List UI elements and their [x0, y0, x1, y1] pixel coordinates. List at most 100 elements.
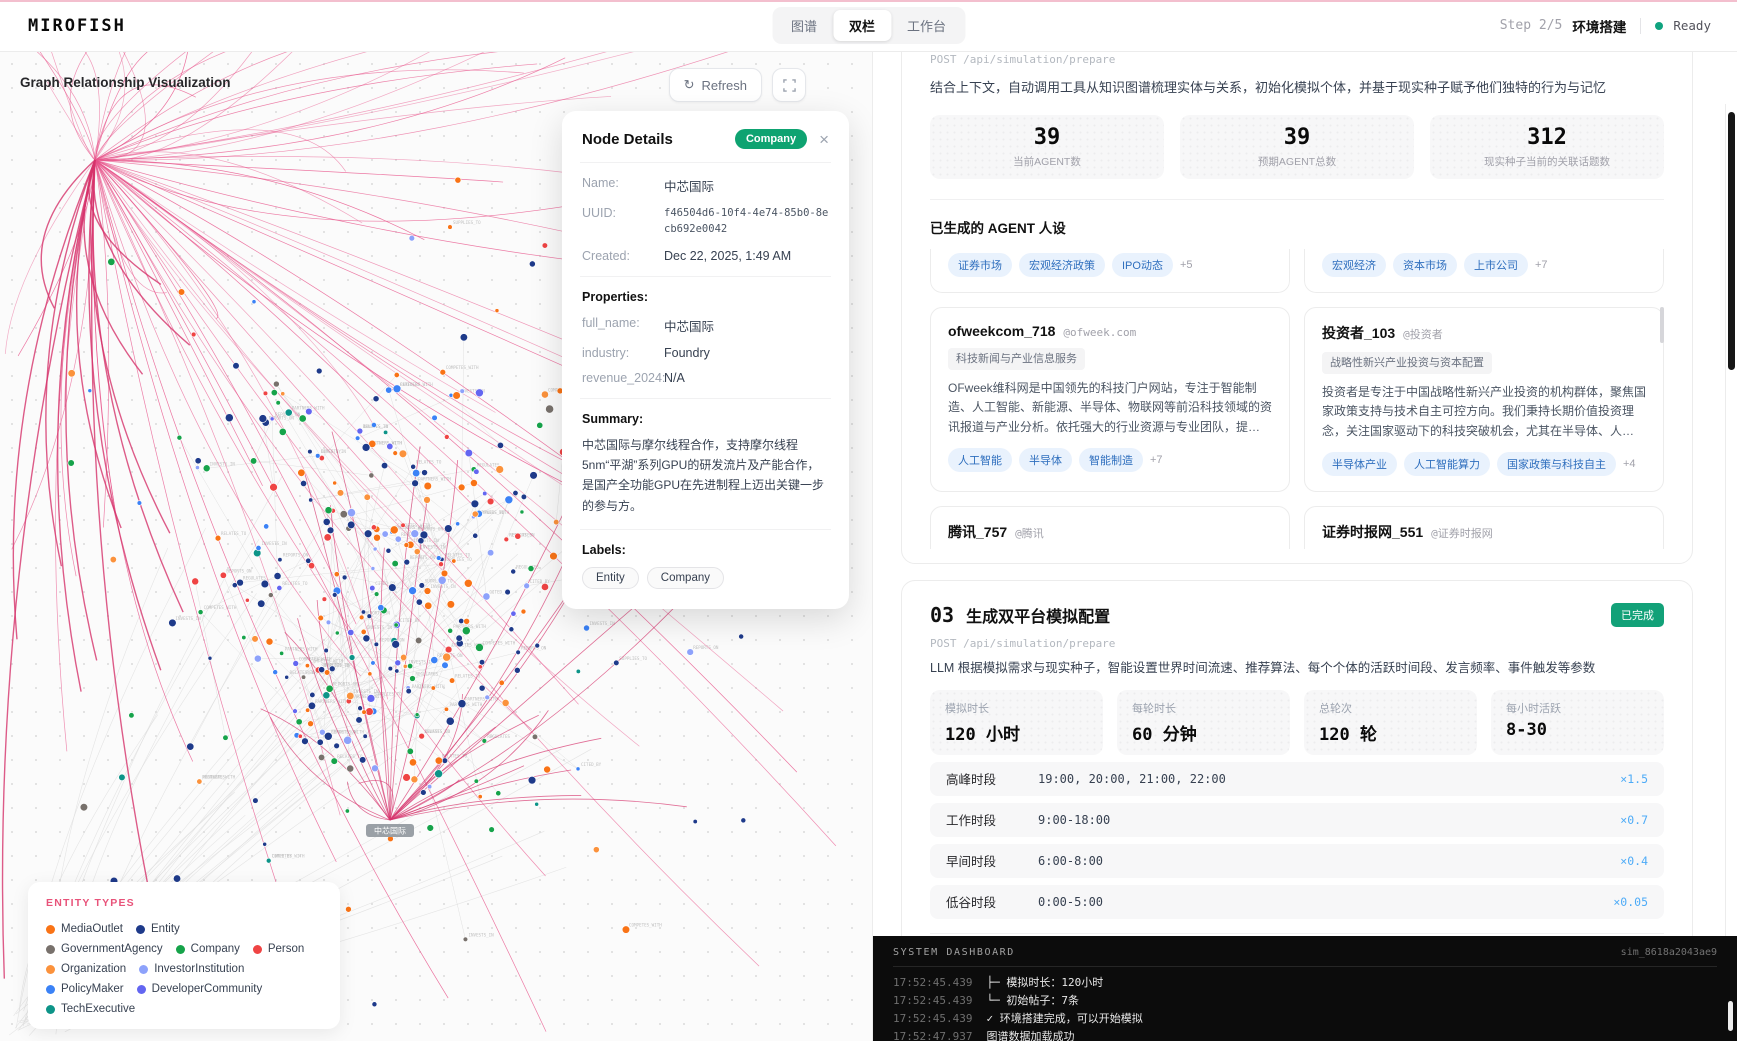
terminal-scrollbar[interactable]: [1728, 1001, 1733, 1031]
svg-text:REGULATES: REGULATES: [243, 576, 266, 581]
svg-text:RELATES_TO: RELATES_TO: [416, 460, 442, 465]
node-type-badge: Company: [735, 129, 807, 149]
label-pill[interactable]: Entity: [582, 567, 639, 589]
svg-text:REGULATES: REGULATES: [487, 734, 510, 739]
svg-text:COMPETES_WITH: COMPETES_WITH: [446, 365, 479, 370]
session-id: sim_8618a2043ae9: [1621, 947, 1717, 958]
node-created-value: Dec 22, 2025, 1:49 AM: [664, 249, 791, 263]
agent-card-ofweekcom[interactable]: ofweekcom_718 @ofweek.com 科技新闻与产业信息服务 OF…: [930, 307, 1290, 492]
label-pill[interactable]: Company: [647, 567, 724, 589]
agent-card-partial[interactable]: 证券市场 宏观经济政策 IPO动态 +5: [930, 249, 1290, 293]
svg-text:PARTNERS_WITH: PARTNERS_WITH: [315, 699, 348, 704]
topic-tag[interactable]: 人工智能: [948, 448, 1012, 472]
agent-cards-list[interactable]: 证券市场 宏观经济政策 IPO动态 +5 宏观经济 资本市场 上市公司 +7: [930, 249, 1664, 549]
entity-color-dot: [46, 985, 55, 994]
topic-tag[interactable]: 上市公司: [1464, 253, 1528, 277]
legend-item: GovernmentAgency: [46, 943, 163, 955]
svg-text:CITED_BY: CITED_BY: [581, 762, 602, 767]
period-work: 工作时段 9:00-18:00 ×0.7: [930, 803, 1664, 837]
cards-scrollbar[interactable]: [1660, 307, 1664, 343]
svg-text:PARTNERS_WITH: PARTNERS_WITH: [453, 624, 486, 629]
topic-tag[interactable]: 资本市场: [1393, 253, 1457, 277]
config-total-rounds: 总轮次 120 轮: [1304, 690, 1477, 755]
topic-tag[interactable]: 人工智能算力: [1404, 452, 1490, 476]
section-number: 03: [930, 603, 954, 627]
topic-tag[interactable]: 半导体产业: [1322, 452, 1397, 476]
legend-item: TechExecutive: [46, 1003, 135, 1015]
app-logo: MIROFISH: [28, 16, 126, 36]
page-scrollbar[interactable]: [1725, 104, 1737, 936]
workflow-panel: POST /api/simulation/prepare 结合上下文，自动调用工…: [872, 52, 1737, 1041]
svg-text:COMPETES_WITH: COMPETES_WITH: [629, 923, 662, 928]
labels-title: Labels:: [582, 543, 829, 557]
api-endpoint: POST /api/simulation/prepare: [930, 637, 1664, 650]
entity-color-dot: [253, 945, 262, 954]
topic-tag[interactable]: IPO动态: [1112, 253, 1173, 277]
agent-role-tag: 战略性新兴产业投资与资本配置: [1322, 352, 1492, 375]
legend-item: DeveloperCommunity: [137, 983, 263, 995]
legend-item: Person: [253, 943, 304, 955]
tab-workbench[interactable]: 工作台: [891, 10, 962, 41]
step-title: 环境搭建: [1572, 16, 1626, 36]
entity-color-dot: [46, 1005, 55, 1014]
svg-text:COMPETES_WITH: COMPETES_WITH: [482, 640, 515, 645]
properties-title: Properties:: [582, 290, 829, 304]
svg-text:COMPETES_WITH: COMPETES_WITH: [299, 656, 332, 661]
stat-expected-agents: 39 预期AGENT总数: [1180, 115, 1414, 179]
svg-text:CITED_BY: CITED_BY: [530, 579, 551, 584]
svg-text:INVESTS_IN: INVESTS_IN: [353, 689, 379, 694]
svg-text:PARTNERS_WITH: PARTNERS_WITH: [412, 684, 445, 689]
close-icon[interactable]: ×: [819, 131, 829, 148]
fullscreen-button[interactable]: [772, 68, 806, 102]
svg-text:INVESTS_IN: INVESTS_IN: [175, 616, 201, 621]
topic-tag[interactable]: 证券市场: [948, 253, 1012, 277]
stat-seed-topics: 312 现实种子当前的关联话题数: [1430, 115, 1664, 179]
config-round-duration: 每轮时长 60 分钟: [1117, 690, 1290, 755]
agent-card-investor[interactable]: 投资者_103 @投资者 战略性新兴产业投资与资本配置 投资者是专注于中国战略性…: [1304, 307, 1664, 492]
refresh-button[interactable]: ↻ Refresh: [669, 68, 762, 102]
topic-tag[interactable]: 宏观经济: [1322, 253, 1386, 277]
section-description: LLM 根据模拟需求与现实种子，智能设置世界时间流速、推荐算法、每个个体的活跃时…: [930, 658, 1664, 678]
svg-text:COMPETES_WITH: COMPETES_WITH: [204, 605, 237, 610]
refresh-icon: ↻: [684, 77, 695, 93]
completed-badge: 已完成: [1611, 603, 1664, 627]
svg-text:INVESTS_IN: INVESTS_IN: [430, 584, 456, 589]
config-hourly-active: 每小时活跃 8-30: [1491, 690, 1664, 755]
svg-text:INVESTS_IN: INVESTS_IN: [367, 625, 393, 630]
svg-text:PARTNERS_WITH: PARTNERS_WITH: [202, 775, 235, 780]
node-name-value: 中芯国际: [664, 176, 714, 195]
period-morning: 早间时段 6:00-8:00 ×0.4: [930, 844, 1664, 878]
entity-color-dot: [46, 925, 55, 934]
tab-graph[interactable]: 图谱: [775, 10, 833, 41]
log-line: 17:52:45.439✓ 环境搭建完成，可以开始模拟: [893, 1010, 1717, 1028]
topic-tag[interactable]: 半导体: [1019, 448, 1072, 472]
topic-tag[interactable]: 宏观经济政策: [1019, 253, 1105, 277]
legend-item: PolicyMaker: [46, 983, 124, 995]
svg-text:REPORTS_ON: REPORTS_ON: [509, 532, 535, 537]
node-details-panel: Node Details Company × Name:中芯国际 UUID:f4…: [562, 111, 849, 609]
entity-types-legend: ENTITY TYPES MediaOutlet Entity Governme…: [28, 882, 340, 1029]
period-peak: 高峰时段 19:00, 20:00, 21:00, 22:00 ×1.5: [930, 762, 1664, 796]
section-generate-agents: POST /api/simulation/prepare 结合上下文，自动调用工…: [901, 52, 1693, 564]
summary-title: Summary:: [582, 412, 829, 426]
topic-tag[interactable]: 国家政策与科技自主: [1497, 452, 1616, 476]
entity-color-dot: [176, 945, 185, 954]
topic-tag[interactable]: 智能制造: [1079, 448, 1143, 472]
graph-title: Graph Relationship Visualization: [20, 75, 231, 90]
system-dashboard-terminal: SYSTEM DASHBOARD sim_8618a2043ae9 17:52:…: [873, 936, 1737, 1041]
stat-current-agents: 39 当前AGENT数: [930, 115, 1164, 179]
legend-item: Organization: [46, 963, 126, 975]
section-simulation-config: 03 生成双平台模拟配置 已完成 POST /api/simulation/pr…: [901, 580, 1693, 936]
agent-card-partial[interactable]: 宏观经济 资本市场 上市公司 +7: [1304, 249, 1664, 293]
svg-text:中芯国际: 中芯国际: [374, 826, 406, 836]
agent-card-tencent[interactable]: 腾讯_757 @腾讯 互联网科技公司，提供社交平台、数字内容、金融科技、云计算与…: [930, 506, 1290, 549]
agent-card-stcn[interactable]: 证券时报网_551 @证券时报网 财经新闻与行业研究媒体机构 证券时报网（stc…: [1304, 506, 1664, 549]
ready-status-dot: [1655, 22, 1663, 30]
tab-dual-column[interactable]: 双栏: [833, 10, 891, 41]
node-details-title: Node Details: [582, 131, 735, 148]
page-scrollbar-thumb[interactable]: [1728, 112, 1735, 370]
log-line: 17:52:45.439├─ 模拟时长：120小时: [893, 974, 1717, 992]
legend-item: InvestorInstitution: [139, 963, 244, 975]
svg-text:SUPPLIES_TO: SUPPLIES_TO: [453, 220, 481, 225]
entity-color-dot: [139, 965, 148, 974]
